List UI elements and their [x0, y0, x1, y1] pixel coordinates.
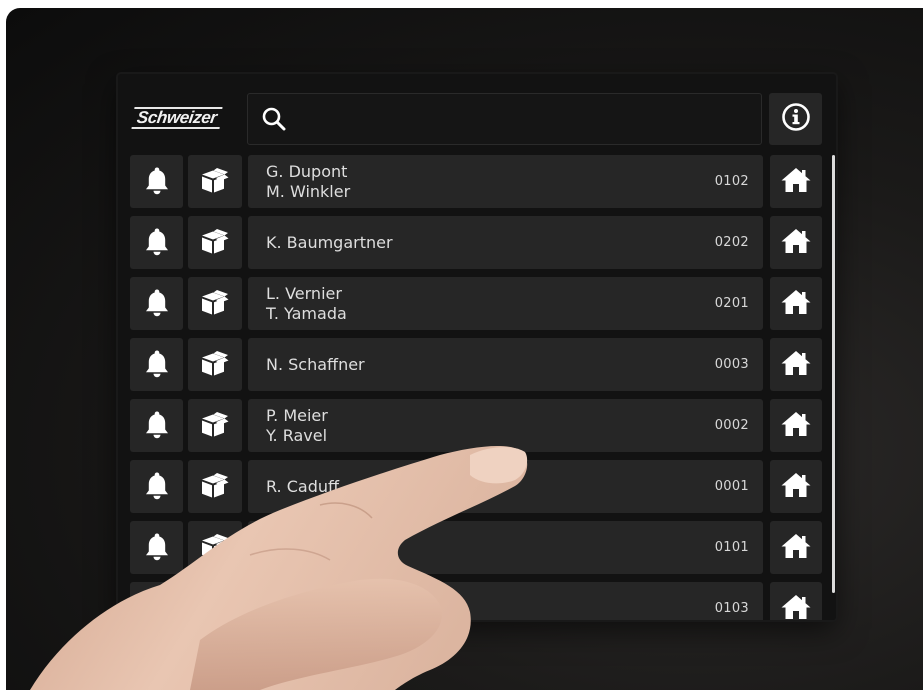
brand-logo: Schweizer	[129, 104, 225, 132]
resident-row: R. Caduff 0001	[130, 460, 822, 513]
package-icon	[199, 470, 231, 504]
search-bar[interactable]	[247, 93, 762, 145]
info-button[interactable]	[769, 93, 822, 145]
search-input[interactable]	[298, 102, 752, 138]
home-icon	[780, 471, 812, 503]
resident-names: R.	[266, 521, 282, 574]
home-icon	[780, 288, 812, 320]
ring-bell-button[interactable]	[130, 216, 183, 269]
parcel-button[interactable]	[188, 216, 242, 269]
package-icon	[199, 531, 231, 565]
home-icon	[780, 532, 812, 564]
home-button[interactable]	[770, 460, 822, 513]
home-icon	[780, 227, 812, 259]
parcel-button[interactable]	[188, 521, 242, 574]
home-button[interactable]	[770, 216, 822, 269]
info-icon	[781, 102, 811, 136]
resident-row: K. Baumgartner 0202	[130, 216, 822, 269]
resident-name-button[interactable]: N. Schaffner 0003	[248, 338, 763, 391]
resident-name-button[interactable]: K. Baumgartner 0202	[248, 216, 763, 269]
home-button[interactable]	[770, 338, 822, 391]
package-icon	[199, 226, 231, 260]
parcel-button[interactable]	[188, 155, 242, 208]
home-button[interactable]	[770, 155, 822, 208]
package-icon	[199, 409, 231, 443]
ring-bell-button[interactable]	[130, 155, 183, 208]
photo-background: Schweizer G. Dupont M. Winkler 0102 K. B…	[6, 8, 923, 690]
resident-names: L. Vernier T. Yamada	[266, 277, 347, 330]
resident-name-secondary: T. Yamada	[266, 303, 347, 323]
home-icon	[780, 166, 812, 198]
resident-name-button[interactable]: R. 0101	[248, 521, 763, 574]
bell-icon	[143, 592, 171, 620]
home-button[interactable]	[770, 582, 822, 620]
home-icon	[780, 410, 812, 442]
apartment-number: 0002	[714, 418, 749, 433]
resident-name-primary: P. Meier	[266, 405, 328, 425]
resident-name-secondary: Y. Ravel	[266, 425, 328, 445]
parcel-button[interactable]	[188, 399, 242, 452]
resident-row: P. Meier Y. Ravel 0002	[130, 399, 822, 452]
resident-name-primary: L. Vernier	[266, 283, 342, 303]
home-button[interactable]	[770, 399, 822, 452]
home-button[interactable]	[770, 521, 822, 574]
apartment-number: 0003	[714, 357, 749, 372]
resident-name-primary: G. Dupont	[266, 161, 348, 181]
bell-icon	[143, 470, 171, 504]
resident-row: G. Dupont M. Winkler 0102	[130, 155, 822, 208]
parcel-button[interactable]	[188, 338, 242, 391]
resident-row: R. 0101	[130, 521, 822, 574]
resident-name-primary: R. Caduff	[266, 476, 340, 496]
apartment-number: 0202	[714, 235, 749, 250]
ring-bell-button[interactable]	[130, 277, 183, 330]
package-icon	[199, 592, 231, 621]
resident-names: G. Dupont M. Winkler	[266, 155, 350, 208]
bell-icon	[143, 287, 171, 321]
parcel-button[interactable]	[188, 582, 242, 620]
bell-icon	[143, 348, 171, 382]
resident-row: L. Vernier T. Yamada 0201	[130, 277, 822, 330]
apartment-number: 0103	[714, 601, 749, 616]
home-button[interactable]	[770, 277, 822, 330]
resident-name-primary: R.	[266, 537, 282, 557]
resident-name-button[interactable]: R. Caduff 0001	[248, 460, 763, 513]
parcel-button[interactable]	[188, 460, 242, 513]
resident-name-button[interactable]: G. Dupont M. Winkler 0102	[248, 155, 763, 208]
resident-name-primary: N. Schaffner	[266, 354, 365, 374]
bell-icon	[143, 409, 171, 443]
ring-bell-button[interactable]	[130, 521, 183, 574]
apartment-number: 0201	[714, 296, 749, 311]
home-icon	[780, 349, 812, 381]
ring-bell-button[interactable]	[130, 399, 183, 452]
package-icon	[199, 348, 231, 382]
resident-row: N. Schaffner 0003	[130, 338, 822, 391]
ring-bell-button[interactable]	[130, 582, 183, 620]
resident-name-secondary: M. Winkler	[266, 181, 351, 201]
package-icon	[199, 287, 231, 321]
intercom-panel: Schweizer G. Dupont M. Winkler 0102 K. B…	[118, 74, 836, 620]
bell-icon	[143, 531, 171, 565]
resident-name-primary: K. Baumgartner	[266, 232, 393, 252]
apartment-number: 0001	[714, 479, 749, 494]
scrollbar[interactable]	[832, 155, 835, 593]
resident-names: N. Schaffner	[266, 338, 365, 391]
resident-name-button[interactable]: P. Meier Y. Ravel 0002	[248, 399, 763, 452]
bell-icon	[143, 226, 171, 260]
resident-name-button[interactable]: L. Vernier T. Yamada 0201	[248, 277, 763, 330]
apartment-number: 0101	[714, 540, 749, 555]
package-icon	[199, 165, 231, 199]
search-icon[interactable]	[261, 106, 287, 136]
ring-bell-button[interactable]	[130, 338, 183, 391]
resident-names: P. Meier Y. Ravel	[266, 399, 328, 452]
resident-names: R. Caduff	[266, 460, 339, 513]
resident-name-button[interactable]: 0103	[248, 582, 763, 620]
bell-icon	[143, 165, 171, 199]
ring-bell-button[interactable]	[130, 460, 183, 513]
resident-row: 0103	[130, 582, 822, 620]
parcel-button[interactable]	[188, 277, 242, 330]
home-icon	[780, 593, 812, 621]
resident-names: K. Baumgartner	[266, 216, 393, 269]
logo-text: Schweizer	[131, 107, 223, 129]
apartment-number: 0102	[714, 174, 749, 189]
